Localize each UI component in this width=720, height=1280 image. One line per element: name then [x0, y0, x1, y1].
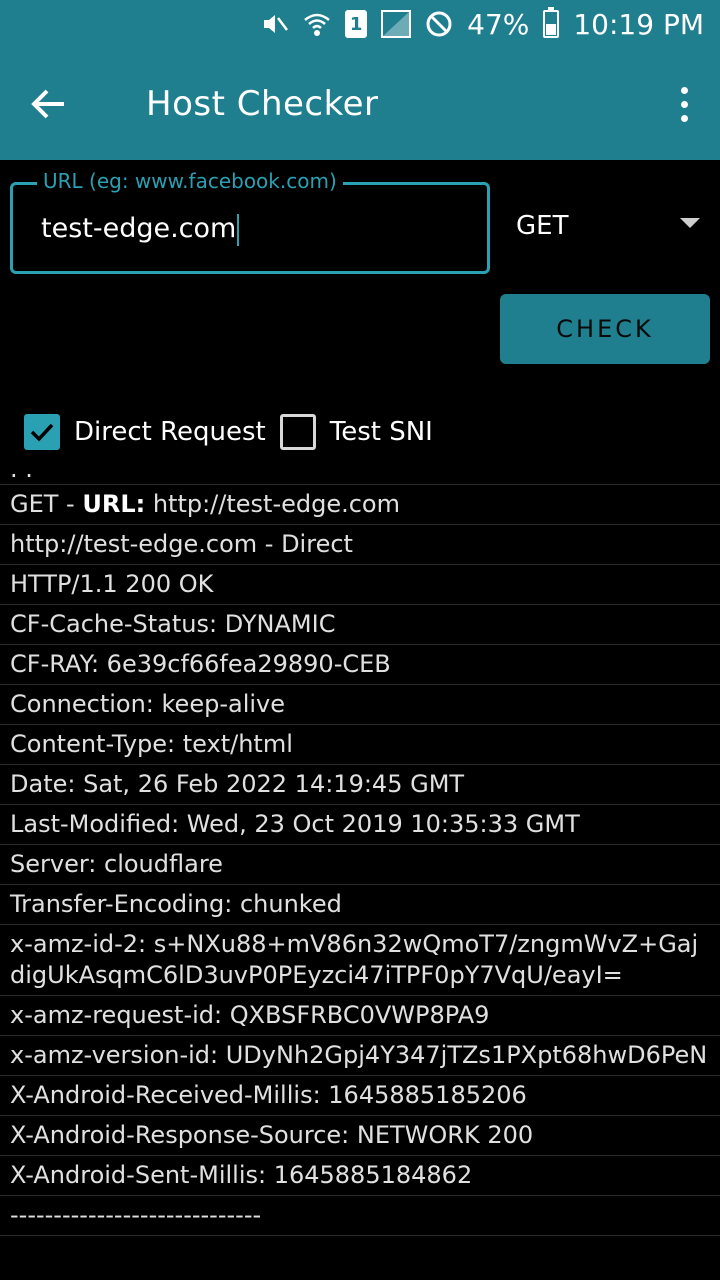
url-field-label: URL (eg: www.facebook.com) — [37, 169, 343, 193]
log-line: x-amz-id-2: s+NXu88+mV86n32wQmoT7/zngmWv… — [0, 925, 720, 996]
battery-percent: 47% — [467, 7, 530, 41]
url-input-value: test-edge.com — [41, 213, 237, 244]
app-bar: Host Checker — [0, 48, 720, 160]
dropdown-arrow-icon — [680, 218, 700, 228]
test-sni-label[interactable]: Test SNI — [330, 417, 433, 447]
log-line: x-amz-request-id: QXBSFRBC0VWP8PA9 — [0, 996, 720, 1036]
log-line: Content-Type: text/html — [0, 725, 720, 765]
log-line: Last-Modified: Wed, 23 Oct 2019 10:35:33… — [0, 805, 720, 845]
log-line: . . — [0, 462, 720, 485]
url-field[interactable]: URL (eg: www.facebook.com) test-edge.com — [10, 169, 490, 274]
more-vert-icon — [680, 86, 688, 94]
signal-icon — [381, 10, 412, 38]
log-line: Date: Sat, 26 Feb 2022 14:19:45 GMT — [0, 765, 720, 805]
log-line: X-Android-Sent-Millis: 1645885184862 — [0, 1156, 720, 1196]
text-caret — [237, 213, 240, 246]
direct-request-label[interactable]: Direct Request — [74, 417, 266, 447]
log-line: Connection: keep-alive — [0, 685, 720, 725]
check-button[interactable]: CHECK — [500, 294, 710, 364]
log-line: HTTP/1.1 200 OK — [0, 565, 720, 605]
overflow-menu-button[interactable] — [668, 76, 700, 132]
log-lines: http://test-edge.com - Direct HTTP/1.1 20… — [0, 525, 720, 1236]
log-line: CF-Cache-Status: DYNAMIC — [0, 605, 720, 645]
log-line: CF-RAY: 6e39cf66fea29890-CEB — [0, 645, 720, 685]
arrow-back-icon — [31, 89, 64, 119]
log-line: x-amz-version-id: UDyNh2Gpj4Y347jTZs1PXp… — [0, 1036, 720, 1076]
direct-request-checkbox[interactable] — [24, 414, 60, 450]
options-row: Direct Request Test SNI — [24, 412, 433, 452]
log-line: ----------------------------- — [0, 1196, 720, 1236]
sim-icon: 1 — [345, 10, 368, 38]
log-line: X-Android-Response-Source: NETWORK 200 — [0, 1116, 720, 1156]
log-line: X-Android-Received-Millis: 1645885185206 — [0, 1076, 720, 1116]
battery-icon — [543, 7, 560, 38]
log-line: GET - URL: http://test-edge.com — [0, 485, 720, 525]
wifi-calling-icon — [303, 10, 331, 38]
log-line: Transfer-Encoding: chunked — [0, 885, 720, 925]
mute-icon — [261, 11, 289, 37]
blocked-icon — [425, 10, 453, 38]
response-log[interactable]: . . GET - URL: http://test-edge.com http… — [0, 462, 720, 1280]
method-select-value: GET — [516, 211, 569, 241]
check-icon — [30, 423, 54, 442]
clock: 10:19 PM — [573, 7, 704, 41]
back-button[interactable] — [0, 48, 96, 160]
test-sni-checkbox[interactable] — [279, 414, 316, 450]
url-input[interactable]: test-edge.com — [41, 213, 481, 246]
log-line: Server: cloudflare — [0, 845, 720, 885]
log-line: http://test-edge.com - Direct — [0, 525, 720, 565]
method-select[interactable]: GET — [500, 196, 710, 256]
page-title: Host Checker — [146, 84, 379, 124]
status-bar: 1 47% 10:19 PM — [0, 0, 720, 48]
